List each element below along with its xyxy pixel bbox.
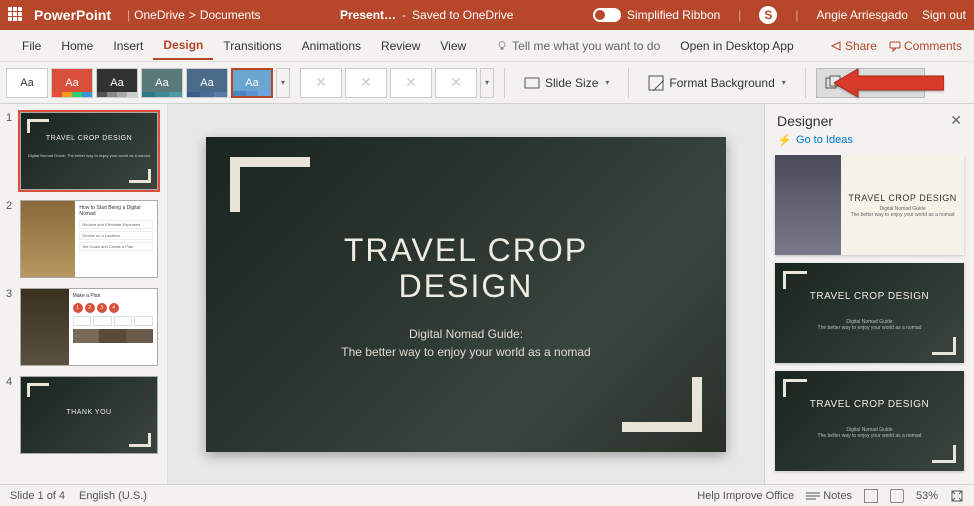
simplified-ribbon-toggle[interactable]: [593, 8, 621, 22]
menu-bar: File Home Insert Design Transitions Anim…: [0, 30, 974, 62]
slideshow-button[interactable]: [890, 489, 904, 503]
tab-view[interactable]: View: [430, 33, 476, 59]
share-button[interactable]: Share: [830, 39, 877, 53]
document-title[interactable]: Present…: [340, 8, 396, 22]
theme-gallery[interactable]: Aa Aa Aa Aa Aa Aa ▾: [6, 68, 290, 98]
current-slide[interactable]: TRAVEL CROPDESIGN Digital Nomad Guide:Th…: [206, 137, 726, 452]
chevron-down-icon: ▾: [782, 78, 786, 87]
lightning-icon: ⚡: [777, 133, 792, 147]
slide-number: 2: [6, 200, 14, 278]
slide-size-icon: [524, 75, 540, 91]
comment-icon: [889, 40, 901, 52]
variant-thumb-2[interactable]: ✕: [390, 68, 432, 98]
tell-me-search[interactable]: Tell me what you want to do: [496, 39, 660, 53]
language-status[interactable]: English (U.S.): [79, 490, 147, 502]
tab-insert[interactable]: Insert: [103, 33, 153, 59]
bracket-decoration-tl: [230, 157, 310, 212]
tab-file[interactable]: File: [12, 33, 51, 59]
designer-title: Designer: [777, 113, 833, 129]
sign-out-link[interactable]: Sign out: [922, 8, 966, 22]
slide-number: 4: [6, 376, 14, 454]
open-desktop-app-link[interactable]: Open in Desktop App: [680, 39, 793, 53]
theme-gallery-more[interactable]: ▾: [276, 68, 290, 98]
bracket-decoration-br: [622, 377, 702, 432]
tab-home[interactable]: Home: [51, 33, 103, 59]
designer-pane: Designer ✕ ⚡ Go to Ideas TRAVEL CROP DES…: [764, 104, 974, 484]
fit-icon: [950, 489, 964, 503]
slide-canvas-pane[interactable]: TRAVEL CROPDESIGN Digital Nomad Guide:Th…: [168, 104, 764, 484]
slide-number: 1: [6, 112, 14, 190]
go-to-ideas-link[interactable]: ⚡ Go to Ideas: [765, 133, 974, 155]
callout-arrow: [834, 66, 944, 105]
user-name[interactable]: Angie Arriesgado: [817, 8, 908, 22]
variant-gallery-more[interactable]: ▾: [480, 68, 494, 98]
format-background-button[interactable]: Format Background ▾: [639, 68, 794, 98]
slide-title[interactable]: TRAVEL CROPDESIGN: [206, 232, 726, 306]
design-idea-card-1[interactable]: TRAVEL CROP DESIGN Digital Nomad GuideTh…: [775, 263, 964, 363]
normal-view-icon: [864, 489, 878, 503]
variant-thumb-0[interactable]: ✕: [300, 68, 342, 98]
theme-thumb-4[interactable]: Aa: [186, 68, 228, 98]
theme-thumb-2[interactable]: Aa: [96, 68, 138, 98]
design-idea-card-0[interactable]: TRAVEL CROP DESIGN Digital Nomad GuideTh…: [775, 155, 964, 255]
variant-gallery[interactable]: ✕ ✕ ✕ ✕ ▾: [300, 68, 494, 98]
breadcrumb-folder[interactable]: Documents: [200, 8, 261, 22]
slide-thumbnail-1[interactable]: TRAVEL CROP DESIGN Digital Nomad Guide: …: [20, 112, 158, 190]
theme-thumb-3[interactable]: Aa: [141, 68, 183, 98]
theme-thumb-5[interactable]: Aa: [231, 68, 273, 98]
slide-size-button[interactable]: Slide Size ▾: [515, 68, 618, 98]
normal-view-button[interactable]: [864, 489, 878, 503]
format-background-icon: [648, 75, 664, 91]
tab-review[interactable]: Review: [371, 33, 430, 59]
status-bar: Slide 1 of 4 English (U.S.) Help Improve…: [0, 484, 974, 506]
slide-thumbnail-4[interactable]: THANK YOU: [20, 376, 158, 454]
slideshow-icon: [890, 489, 904, 503]
variant-thumb-3[interactable]: ✕: [435, 68, 477, 98]
simplified-ribbon-label: Simplified Ribbon: [627, 8, 720, 22]
tab-transitions[interactable]: Transitions: [213, 33, 291, 59]
variant-thumb-1[interactable]: ✕: [345, 68, 387, 98]
tab-animations[interactable]: Animations: [292, 33, 371, 59]
title-bar: PowerPoint | OneDrive > Documents Presen…: [0, 0, 974, 30]
slide-subtitle[interactable]: Digital Nomad Guide:The better way to en…: [206, 325, 726, 361]
breadcrumb-sep: >: [189, 8, 196, 22]
share-icon: [830, 40, 842, 52]
app-launcher-icon[interactable]: [8, 7, 24, 23]
theme-thumb-0[interactable]: Aa: [6, 68, 48, 98]
notes-icon: [806, 491, 820, 501]
design-idea-card-2[interactable]: TRAVEL CROP DESIGN Digital Nomad GuideTh…: [775, 371, 964, 471]
app-name: PowerPoint: [34, 7, 111, 23]
zoom-level[interactable]: 53%: [916, 490, 938, 502]
workspace: 1 TRAVEL CROP DESIGN Digital Nomad Guide…: [0, 104, 974, 484]
comments-button[interactable]: Comments: [889, 39, 962, 53]
chevron-down-icon: ▾: [605, 78, 609, 87]
theme-thumb-1[interactable]: Aa: [51, 68, 93, 98]
slide-counter[interactable]: Slide 1 of 4: [10, 490, 65, 502]
saved-status-sep: -: [402, 8, 406, 22]
slide-thumbnail-2[interactable]: How to Start Being a Digital Nomad Reduc…: [20, 200, 158, 278]
close-icon[interactable]: ✕: [950, 112, 962, 129]
notes-button[interactable]: Notes: [806, 490, 852, 502]
slide-number: 3: [6, 288, 14, 366]
breadcrumb-root[interactable]: OneDrive: [134, 8, 185, 22]
tab-design[interactable]: Design: [153, 32, 213, 60]
fit-to-window-button[interactable]: [950, 489, 964, 503]
saved-status: Saved to OneDrive: [412, 8, 513, 22]
slide-thumbnail-pane[interactable]: 1 TRAVEL CROP DESIGN Digital Nomad Guide…: [0, 104, 168, 484]
help-improve-link[interactable]: Help Improve Office: [697, 490, 794, 502]
skype-icon[interactable]: S: [759, 6, 777, 24]
lightbulb-icon: [496, 40, 508, 52]
slide-thumbnail-3[interactable]: Make a Plan 1234: [20, 288, 158, 366]
design-ribbon: Aa Aa Aa Aa Aa Aa ▾ ✕ ✕ ✕ ✕ ▾ Slide Size…: [0, 62, 974, 104]
